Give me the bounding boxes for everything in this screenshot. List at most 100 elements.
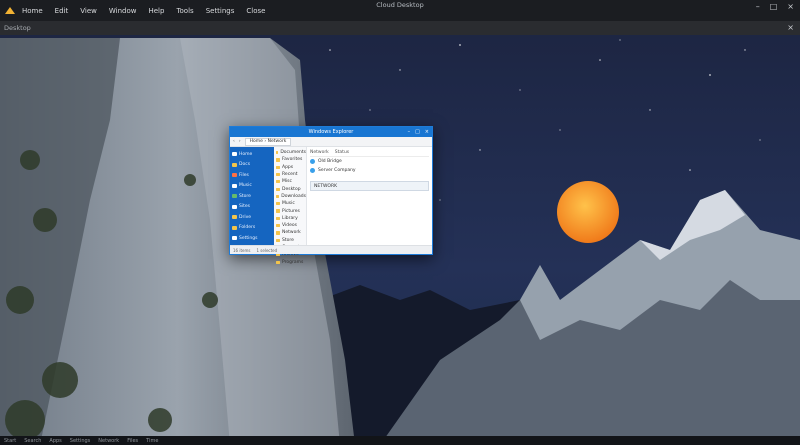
sidebar-item[interactable]: Folders: [230, 223, 274, 234]
list-item-label: Old Bridge: [318, 159, 342, 164]
window-controls: – □ ×: [756, 2, 794, 11]
sidebar-item-label: Home: [239, 151, 253, 157]
folder-icon: [232, 204, 237, 209]
column-header-status[interactable]: Status: [335, 150, 349, 155]
selected-item[interactable]: NETWORK: [310, 181, 429, 191]
folder-icon: [276, 187, 280, 191]
column-header-network[interactable]: Network: [310, 150, 329, 155]
tree-item[interactable]: Desktop: [274, 185, 306, 192]
explorer-titlebar[interactable]: Windows Explorer – □ ×: [230, 127, 432, 137]
folder-icon: [276, 260, 280, 264]
explorer-close-icon[interactable]: ×: [425, 127, 429, 137]
tree-item[interactable]: Favorites: [274, 156, 306, 163]
close-icon[interactable]: ×: [787, 2, 794, 11]
taskbar-item[interactable]: Search: [24, 438, 41, 444]
list-item-label: Server Company: [318, 168, 356, 173]
tree-item[interactable]: Misc: [274, 178, 306, 185]
back-arrow-icon[interactable]: ‹: [233, 139, 235, 144]
tree-item-label: Desktop: [282, 186, 301, 192]
folder-icon: [276, 202, 280, 206]
sidebar-item-label: Store: [239, 193, 251, 199]
tree-item[interactable]: Library: [274, 215, 306, 222]
folder-icon: [232, 236, 237, 241]
folder-icon: [276, 172, 280, 177]
tree-item-label: Music: [282, 201, 295, 207]
taskbar: Start Search Apps Settings Network Files Time: [0, 436, 800, 445]
sidebar-item-label: Docs: [239, 162, 251, 168]
tree-item[interactable]: Music: [274, 200, 306, 207]
sidebar-item[interactable]: Store: [230, 191, 274, 202]
folder-icon: [276, 158, 280, 162]
file-list: Network Status Old Bridge Server Company…: [307, 147, 432, 246]
tree-item-label: Misc: [282, 179, 292, 185]
folder-icon: [276, 194, 280, 199]
explorer-path[interactable]: Home › Network: [244, 137, 292, 146]
sidebar-item-label: Sites: [239, 204, 250, 210]
tree-item[interactable]: Recent: [274, 171, 306, 178]
folder-icon: [232, 152, 237, 157]
item-count: 16 items: [233, 247, 251, 253]
tree-item[interactable]: Documents: [274, 149, 306, 156]
taskbar-item[interactable]: Apps: [49, 438, 61, 444]
sidebar-item[interactable]: Music: [230, 181, 274, 192]
tree-item[interactable]: Network: [274, 229, 306, 236]
explorer-minimize-icon[interactable]: –: [408, 127, 411, 137]
folder-icon: [232, 173, 237, 178]
list-item[interactable]: Server Company: [310, 166, 429, 175]
address-bar: Desktop ×: [0, 21, 800, 35]
folder-icon: [276, 180, 280, 184]
folder-icon: [232, 194, 237, 199]
maximize-icon[interactable]: □: [770, 2, 778, 11]
folder-icon: [276, 238, 280, 242]
tree-item[interactable]: Store: [274, 237, 306, 244]
minimize-icon[interactable]: –: [756, 2, 760, 11]
sidebar-item[interactable]: Docs: [230, 160, 274, 171]
tree-item-label: Pictures: [282, 208, 300, 214]
tree-item[interactable]: Videos: [274, 222, 306, 229]
tree-item[interactable]: Apps: [274, 164, 306, 171]
tree-item-label: Downloads: [281, 193, 306, 199]
forward-arrow-icon[interactable]: ›: [239, 139, 241, 144]
tree-item-label: Favorites: [282, 157, 303, 163]
folder-icon: [232, 162, 237, 167]
taskbar-item[interactable]: Network: [98, 438, 119, 444]
tree-item[interactable]: Pictures: [274, 207, 306, 214]
sidebar-item[interactable]: Files: [230, 170, 274, 181]
folder-icon: [276, 231, 280, 235]
tree-item-label: Apps: [282, 164, 294, 170]
taskbar-item[interactable]: Start: [4, 438, 16, 444]
sidebar-item-label: Music: [239, 183, 252, 189]
tree-item-label: Documents: [280, 150, 306, 156]
sidebar-item[interactable]: Drive: [230, 212, 274, 223]
sidebar-item-label: Drive: [239, 214, 251, 220]
tree-item-label: Network: [282, 230, 301, 236]
tree-item-label: Recent: [282, 172, 298, 178]
explorer-address-bar: ‹ › Home › Network: [230, 137, 432, 147]
sidebar-item[interactable]: Settings: [230, 233, 274, 244]
tree-item-label: Videos: [282, 223, 297, 229]
network-icon: [310, 159, 315, 164]
address-text: Desktop: [4, 24, 31, 32]
tree-item-label: Store: [282, 237, 294, 243]
close-tab-icon[interactable]: ×: [787, 21, 794, 35]
sidebar-item-label: Folders: [239, 225, 256, 231]
server-icon: [310, 168, 315, 173]
explorer-maximize-icon[interactable]: □: [415, 127, 420, 137]
taskbar-item[interactable]: Settings: [70, 438, 91, 444]
sidebar-item-label: Settings: [239, 235, 258, 241]
tree-item[interactable]: Programs: [274, 258, 306, 265]
taskbar-item[interactable]: Time: [146, 438, 158, 444]
folder-icon: [276, 151, 279, 155]
folder-icon: [232, 215, 237, 220]
selection-count: 1 selected: [256, 247, 278, 253]
sidebar-item-label: Files: [239, 172, 249, 178]
sidebar-item[interactable]: Sites: [230, 202, 274, 213]
status-bar: 16 items 1 selected: [230, 245, 432, 254]
folder-icon: [232, 225, 237, 230]
sidebar-item[interactable]: Home: [230, 149, 274, 160]
list-item[interactable]: Old Bridge: [310, 157, 429, 166]
explorer-window: Windows Explorer – □ × ‹ › Home › Networ…: [229, 126, 433, 265]
taskbar-item[interactable]: Files: [127, 438, 138, 444]
tree-item[interactable]: Downloads: [274, 193, 306, 200]
folder-icon: [276, 209, 280, 213]
